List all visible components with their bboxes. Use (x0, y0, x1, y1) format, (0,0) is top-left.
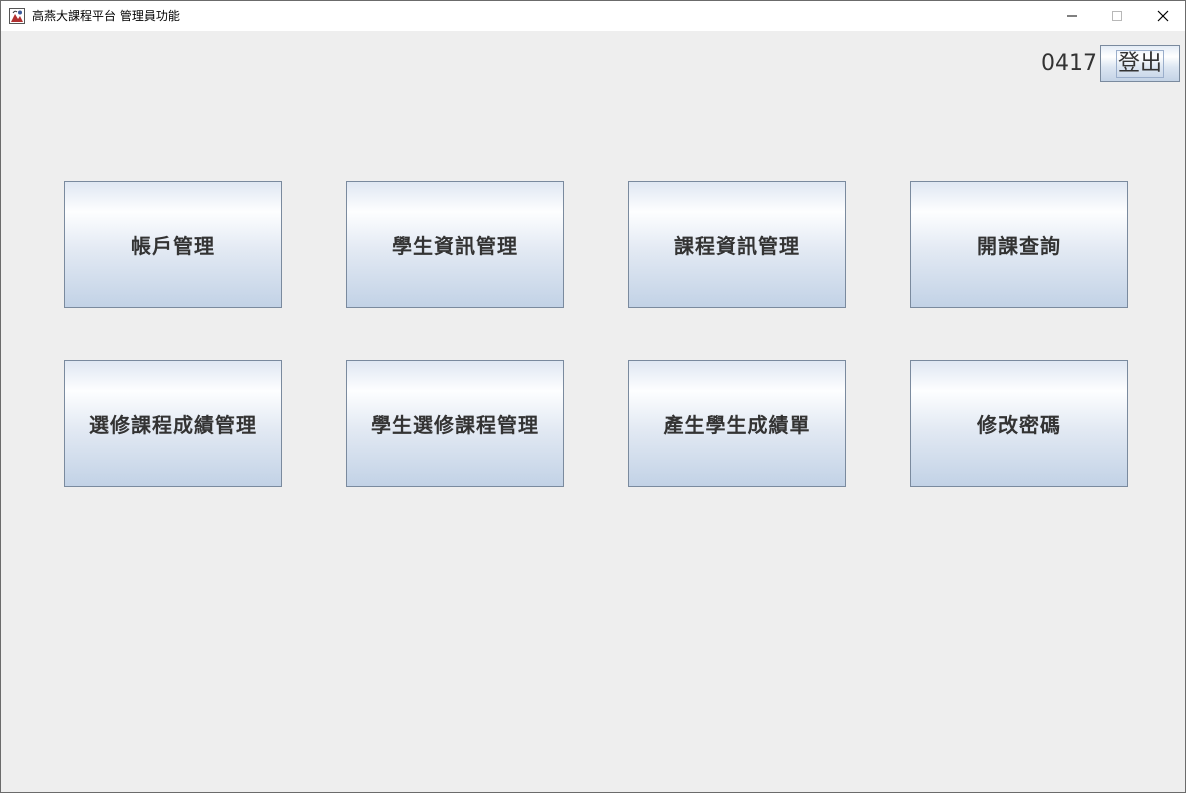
maximize-button[interactable] (1094, 1, 1140, 31)
student-info-management-button[interactable]: 學生資訊管理 (346, 181, 564, 308)
maximize-icon (1112, 11, 1122, 21)
user-id-label: 0417 (1041, 51, 1097, 76)
java-app-icon (9, 8, 25, 24)
course-offering-query-button[interactable]: 開課查詢 (910, 181, 1128, 308)
main-panel: 0417 登出 帳戶管理 學生資訊管理 課程資訊管理 開課查詢 選修課程成績管理… (1, 31, 1185, 792)
course-info-management-button[interactable]: 課程資訊管理 (628, 181, 846, 308)
minimize-button[interactable] (1049, 1, 1095, 31)
app-window: 高燕大課程平台 管理員功能 0417 登出 帳戶管理 學生資訊管理 課程資訊管理… (0, 0, 1186, 793)
logout-button-label: 登出 (1115, 49, 1164, 78)
generate-transcript-button[interactable]: 產生學生成績單 (628, 360, 846, 487)
account-management-button[interactable]: 帳戶管理 (64, 181, 282, 308)
elective-grade-management-button[interactable]: 選修課程成績管理 (64, 360, 282, 487)
minimize-icon (1067, 15, 1077, 17)
logout-button[interactable]: 登出 (1100, 45, 1180, 82)
close-icon (1157, 10, 1169, 22)
change-password-button[interactable]: 修改密碼 (910, 360, 1128, 487)
window-title: 高燕大課程平台 管理員功能 (32, 9, 180, 23)
close-button[interactable] (1140, 1, 1186, 31)
title-bar[interactable]: 高燕大課程平台 管理員功能 (1, 1, 1185, 31)
student-elective-management-button[interactable]: 學生選修課程管理 (346, 360, 564, 487)
